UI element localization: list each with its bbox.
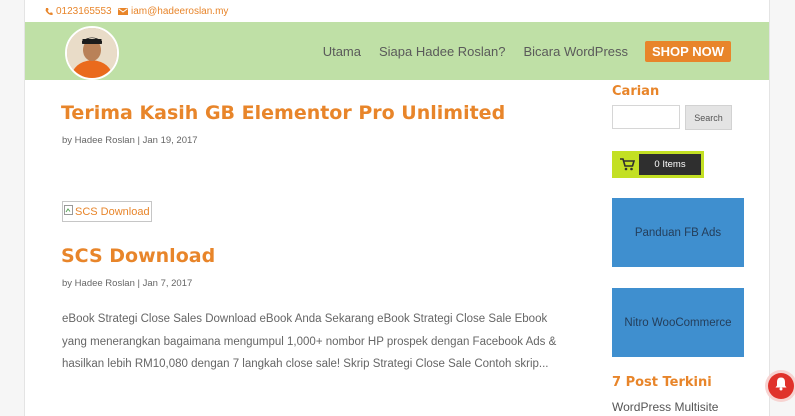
promo-fb-ads[interactable]: Panduan FB Ads (612, 198, 744, 267)
cart-icon (615, 158, 639, 171)
top-bar: 0123165553 iam@hadeeroslan.my (25, 0, 769, 22)
nav-item-siapa-hadee-roslan[interactable]: Siapa Hadee Roslan? (379, 44, 505, 59)
main-nav: Utama Siapa Hadee Roslan? Bicara WordPre… (305, 22, 731, 80)
cart-widget[interactable]: 0 Items (612, 151, 704, 178)
post-title[interactable]: Terima Kasih GB Elementor Pro Unlimited (61, 102, 505, 124)
promo-label: Panduan FB Ads (634, 226, 722, 239)
search-input[interactable] (612, 105, 680, 129)
nav-item-bicara-wordpress[interactable]: Bicara WordPress (523, 44, 628, 59)
search-widget-title: Carian (612, 84, 660, 99)
post-meta: by Hadee Roslan | Jan 19, 2017 (62, 135, 198, 146)
phone-icon (45, 7, 53, 16)
promo-nitro-woocommerce[interactable]: Nitro WooCommerce (612, 288, 744, 357)
broken-image-icon (64, 205, 73, 218)
post-image[interactable]: SCS Download (62, 201, 152, 222)
post-excerpt: eBook Strategi Close Sales Download eBoo… (62, 313, 557, 370)
email-icon (118, 8, 128, 15)
site-header: Utama Siapa Hadee Roslan? Bicara WordPre… (25, 22, 769, 80)
recent-posts-title: 7 Post Terkini (612, 375, 712, 390)
shop-now-button[interactable]: SHOP NOW (645, 40, 731, 62)
nav-item-utama[interactable]: Utama (323, 44, 361, 59)
bell-icon (774, 376, 788, 396)
logo-avatar[interactable] (65, 26, 119, 80)
phone-number: 0123165553 (56, 6, 112, 17)
post-image-alt: SCS Download (75, 205, 150, 218)
post-title[interactable]: SCS Download (61, 245, 215, 267)
post-meta: by Hadee Roslan | Jan 7, 2017 (62, 278, 193, 289)
promo-label: Nitro WooCommerce (624, 316, 732, 329)
email-address: iam@hadeeroslan.my (131, 6, 229, 17)
search-button[interactable]: Search (685, 105, 732, 130)
email-contact[interactable]: iam@hadeeroslan.my (118, 6, 228, 17)
notification-bell-button[interactable] (768, 373, 794, 399)
cart-count: 0 Items (639, 154, 701, 175)
phone-contact[interactable]: 0123165553 (45, 6, 112, 17)
page-container: 0123165553 iam@hadeeroslan.my Utama Siap… (24, 0, 770, 416)
recent-post-link[interactable]: WordPress Multisite (612, 400, 718, 414)
